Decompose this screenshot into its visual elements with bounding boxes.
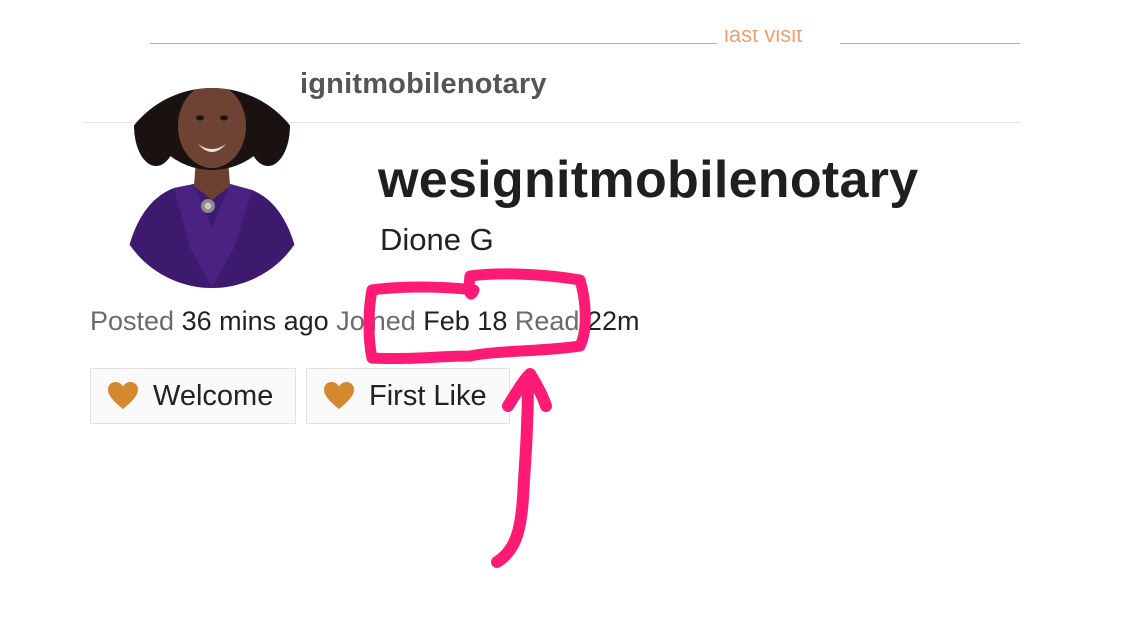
post-username-partial[interactable]: ignitmobilenotary <box>300 68 547 101</box>
user-meta-row: Posted 36 mins ago Joined Feb 18 Read 22… <box>90 306 639 337</box>
avatar-portrait <box>112 88 312 288</box>
posted-value: 36 mins ago <box>181 306 329 336</box>
badge-welcome[interactable]: Welcome <box>90 368 296 424</box>
badge-first-like[interactable]: First Like <box>306 368 510 424</box>
last-visit-label: last visit <box>724 30 803 47</box>
last-visit-divider-right <box>840 43 1020 44</box>
badge-label: Welcome <box>153 379 274 412</box>
avatar[interactable] <box>112 88 312 288</box>
joined-label: Joined <box>336 306 416 336</box>
heart-icon <box>108 382 138 409</box>
card-username[interactable]: wesignitmobilenotary <box>378 150 919 210</box>
annotation-arrowhead <box>502 368 552 412</box>
read-label: Read <box>514 306 580 336</box>
badge-label: First Like <box>369 379 487 412</box>
joined-value: Feb 18 <box>423 306 508 336</box>
last-visit-divider-left <box>150 43 717 44</box>
heart-icon <box>324 382 354 409</box>
card-full-name: Dione G <box>380 222 494 257</box>
read-value: 22m <box>586 306 640 336</box>
posted-label: Posted <box>90 306 175 336</box>
